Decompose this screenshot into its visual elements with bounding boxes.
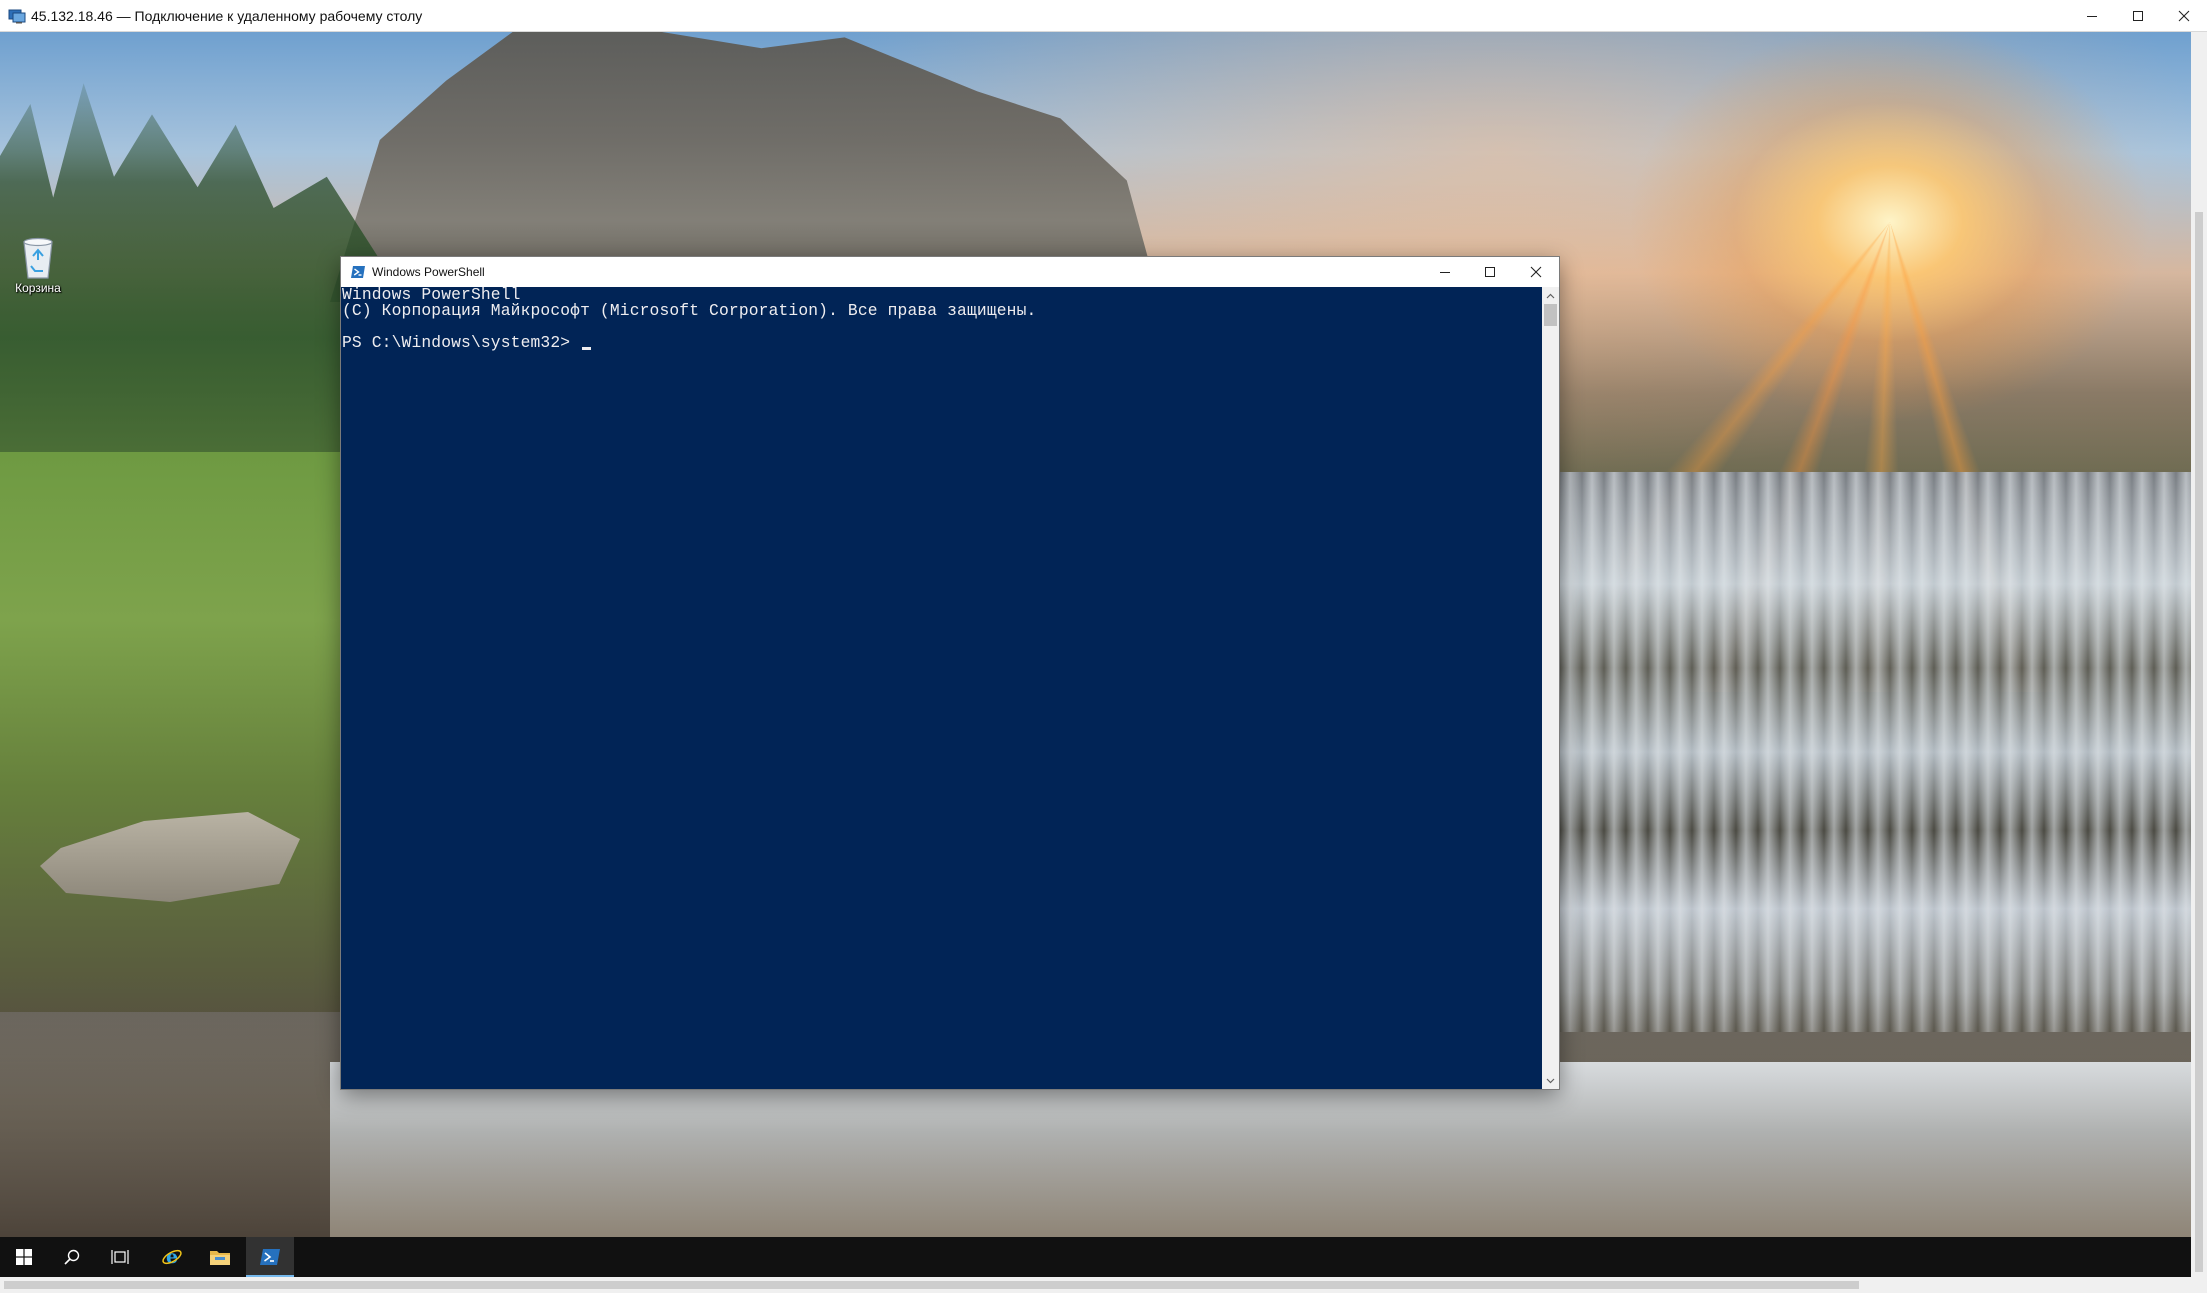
powershell-window-title: Windows PowerShell — [372, 265, 485, 279]
close-icon — [2178, 10, 2190, 22]
chevron-up-icon — [1546, 293, 1555, 298]
console-prompt: PS C:\Windows\system32> — [342, 333, 581, 352]
rdp-maximize-button[interactable] — [2115, 0, 2161, 32]
windows-start-icon — [16, 1249, 32, 1265]
powershell-close-button[interactable] — [1513, 257, 1559, 287]
search-icon — [64, 1249, 80, 1265]
taskbar-powershell[interactable] — [246, 1237, 294, 1277]
console-line: (C) Корпорация Майкрософт (Microsoft Cor… — [342, 301, 1037, 320]
powershell-window[interactable]: Windows PowerShell Windows PowerShell (C… — [341, 257, 1559, 1089]
rdp-minimize-button[interactable] — [2069, 0, 2115, 32]
maximize-icon — [1485, 267, 1495, 277]
internet-explorer-icon: e — [162, 1246, 182, 1268]
svg-text:e: e — [166, 1246, 178, 1268]
rdp-horizontal-scrollbar[interactable] — [0, 1277, 2191, 1293]
taskbar-internet-explorer[interactable]: e — [148, 1237, 196, 1277]
scroll-down-button[interactable] — [1542, 1072, 1559, 1089]
desktop-icon-recycle-bin[interactable]: Корзина — [8, 234, 68, 295]
minimize-icon — [1440, 272, 1450, 273]
taskbar-file-explorer[interactable] — [196, 1237, 244, 1277]
rdp-window-title: 45.132.18.46 — Подключение к удаленному … — [31, 8, 423, 24]
scrollbar-thumb[interactable] — [4, 1281, 1859, 1289]
powershell-titlebar[interactable]: Windows PowerShell — [341, 257, 1559, 287]
powershell-scrollbar[interactable] — [1542, 287, 1559, 1089]
scrollbar-thumb[interactable] — [2195, 212, 2203, 1272]
wallpaper-waterfall — [1560, 472, 2191, 1032]
scroll-up-button[interactable] — [1542, 287, 1559, 304]
powershell-console[interactable]: Windows PowerShell (C) Корпорация Майкро… — [341, 287, 1542, 1089]
powershell-icon — [260, 1249, 280, 1265]
powershell-minimize-button[interactable] — [1422, 257, 1468, 287]
search-button[interactable] — [48, 1237, 96, 1277]
task-view-icon — [111, 1250, 129, 1264]
console-prompt-line[interactable]: PS C:\Windows\system32> — [342, 333, 592, 352]
powershell-icon — [351, 266, 365, 278]
restore-icon — [2133, 11, 2143, 21]
remote-desktop-icon — [8, 9, 26, 24]
start-button[interactable] — [0, 1237, 48, 1277]
recycle-bin-icon — [23, 237, 53, 279]
folder-icon — [210, 1251, 230, 1265]
text-cursor — [582, 347, 592, 350]
scrollbar-thumb[interactable] — [1544, 304, 1557, 326]
close-icon — [1530, 266, 1542, 278]
desktop-icon-label: Корзина — [15, 281, 61, 295]
scrollbar-corner — [2191, 1277, 2207, 1293]
task-view-button[interactable] — [96, 1237, 144, 1277]
chevron-down-icon — [1546, 1078, 1555, 1083]
remote-taskbar: e — [0, 1237, 2191, 1277]
rdp-titlebar[interactable]: 45.132.18.46 — Подключение к удаленному … — [0, 0, 2207, 32]
rdp-vertical-scrollbar[interactable] — [2191, 32, 2207, 1277]
powershell-maximize-button[interactable] — [1467, 257, 1513, 287]
rdp-close-button[interactable] — [2161, 0, 2207, 32]
minimize-icon — [2087, 16, 2097, 17]
